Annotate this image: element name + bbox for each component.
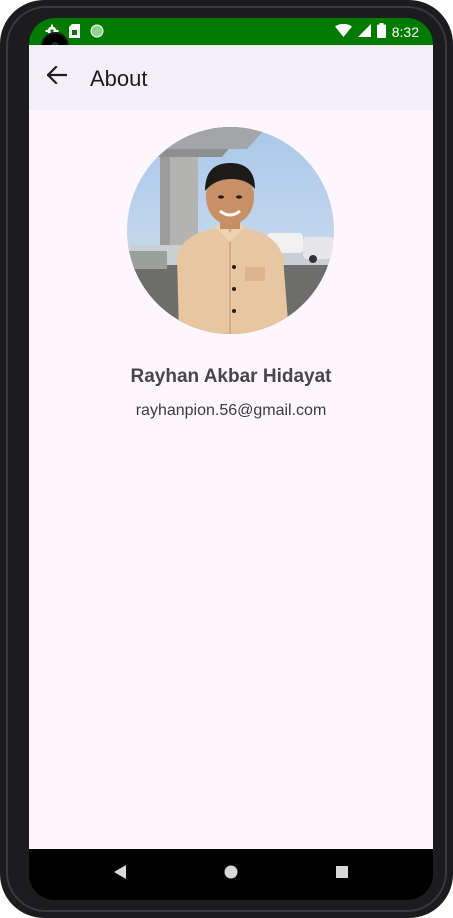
- profile-photo: [127, 127, 334, 334]
- back-triangle-icon: [114, 864, 126, 884]
- nav-recents-button[interactable]: [329, 861, 355, 887]
- about-content: Rayhan Akbar Hidayat rayhanpion.56@gmail…: [29, 110, 433, 849]
- device-frame: 8:32 About Rayhan Akbar Hidayat rayhanpi…: [0, 0, 453, 918]
- recents-square-icon: [336, 865, 348, 883]
- home-circle-icon: [224, 865, 238, 884]
- arrow-back-icon: [46, 64, 68, 89]
- signal-icon: [357, 24, 371, 40]
- system-nav-bar: [29, 849, 433, 900]
- nav-back-button[interactable]: [107, 861, 133, 887]
- wifi-icon: [334, 23, 352, 41]
- back-button[interactable]: [43, 63, 71, 91]
- status-bar: 8:32: [29, 18, 433, 60]
- battery-icon: [376, 23, 386, 41]
- status-right-icons: 8:32: [334, 23, 419, 41]
- status-time: 8:32: [391, 24, 419, 40]
- profile-email: rayhanpion.56@gmail.com: [135, 402, 327, 419]
- profile-name: Rayhan Akbar Hidayat: [130, 366, 332, 387]
- app-bar: About: [29, 45, 433, 110]
- sim-card-icon: [69, 24, 80, 43]
- page-title: About: [90, 66, 148, 91]
- screen: 8:32 About Rayhan Akbar Hidayat rayhanpi…: [29, 18, 433, 900]
- circle-indicator-icon: [90, 24, 104, 43]
- nav-home-button[interactable]: [218, 861, 244, 887]
